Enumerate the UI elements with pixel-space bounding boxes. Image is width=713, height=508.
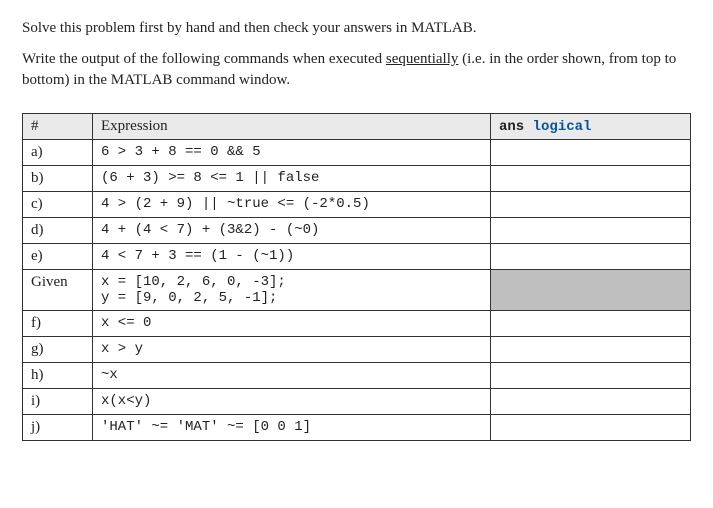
table-row: g) x > y [23, 337, 691, 363]
instructions: Solve this problem first by hand and the… [22, 18, 691, 91]
row-id: j) [23, 415, 93, 441]
row-expression: x <= 0 [93, 311, 491, 337]
table-row: j) 'HAT' ~= 'MAT' ~= [0 0 1] [23, 415, 691, 441]
table-row: b) (6 + 3) >= 8 <= 1 || false [23, 166, 691, 192]
row-expression: 4 > (2 + 9) || ~true <= (-2*0.5) [93, 192, 491, 218]
row-id: Given [23, 270, 93, 311]
row-expression: x(x<y) [93, 389, 491, 415]
instruction-line-1: Solve this problem first by hand and the… [22, 18, 691, 39]
header-ans-logical: logical [533, 119, 592, 135]
row-id: i) [23, 389, 93, 415]
row-id: c) [23, 192, 93, 218]
row-expression: 4 + (4 < 7) + (3&2) - (~0) [93, 218, 491, 244]
header-ans: ans logical [491, 114, 691, 140]
expressions-table: # Expression ans logical a) 6 > 3 + 8 ==… [22, 113, 691, 441]
table-row: c) 4 > (2 + 9) || ~true <= (-2*0.5) [23, 192, 691, 218]
row-answer [491, 415, 691, 441]
row-expression: 6 > 3 + 8 == 0 && 5 [93, 140, 491, 166]
row-answer [491, 166, 691, 192]
row-answer [491, 389, 691, 415]
table-row: f) x <= 0 [23, 311, 691, 337]
row-id: e) [23, 244, 93, 270]
table-row: h) ~x [23, 363, 691, 389]
instruction-2-pre: Write the output of the following comman… [22, 51, 386, 67]
table-header-row: # Expression ans logical [23, 114, 691, 140]
row-answer [491, 244, 691, 270]
row-answer [491, 363, 691, 389]
row-id: d) [23, 218, 93, 244]
row-id: b) [23, 166, 93, 192]
row-answer [491, 337, 691, 363]
row-expression: 4 < 7 + 3 == (1 - (~1)) [93, 244, 491, 270]
header-id: # [23, 114, 93, 140]
row-expression: (6 + 3) >= 8 <= 1 || false [93, 166, 491, 192]
row-expression: x = [10, 2, 6, 0, -3]; y = [9, 0, 2, 5, … [93, 270, 491, 311]
row-answer [491, 192, 691, 218]
row-id: h) [23, 363, 93, 389]
table-row: i) x(x<y) [23, 389, 691, 415]
instruction-2-underlined: sequentially [386, 51, 458, 67]
row-answer [491, 140, 691, 166]
row-answer-blocked [491, 270, 691, 311]
header-ans-word: ans [499, 119, 533, 135]
row-id: f) [23, 311, 93, 337]
table-row-given: Given x = [10, 2, 6, 0, -3]; y = [9, 0, … [23, 270, 691, 311]
row-answer [491, 218, 691, 244]
row-expression: x > y [93, 337, 491, 363]
row-id: g) [23, 337, 93, 363]
table-row: e) 4 < 7 + 3 == (1 - (~1)) [23, 244, 691, 270]
row-id: a) [23, 140, 93, 166]
header-expression: Expression [93, 114, 491, 140]
table-row: d) 4 + (4 < 7) + (3&2) - (~0) [23, 218, 691, 244]
row-answer [491, 311, 691, 337]
instruction-line-2: Write the output of the following comman… [22, 49, 691, 91]
row-expression: 'HAT' ~= 'MAT' ~= [0 0 1] [93, 415, 491, 441]
row-expression: ~x [93, 363, 491, 389]
table-row: a) 6 > 3 + 8 == 0 && 5 [23, 140, 691, 166]
